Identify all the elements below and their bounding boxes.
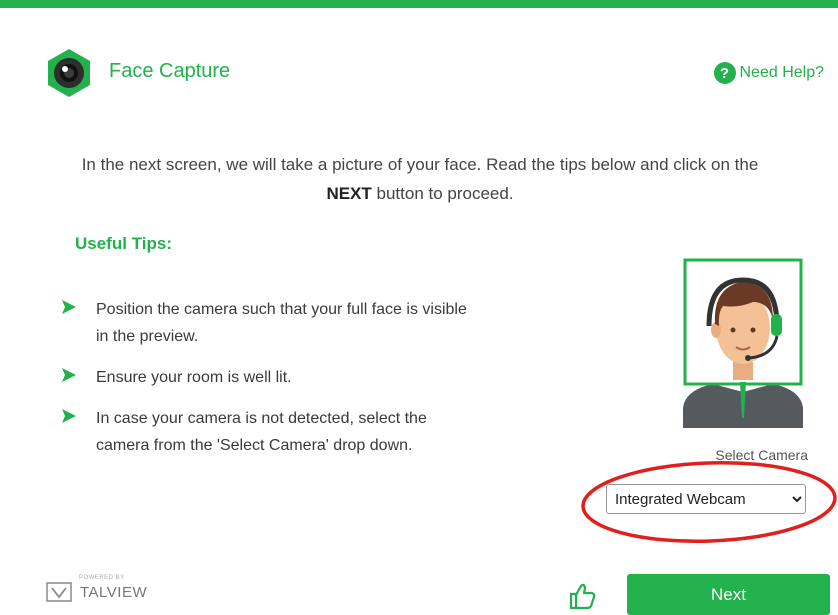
thumbs-up-icon (569, 583, 596, 610)
tip-text: Ensure your room is well lit. (96, 369, 292, 386)
tip-text: Position the camera such that your full … (96, 301, 467, 345)
intro-next-emphasis: NEXT (326, 184, 372, 203)
chevron-right-icon (62, 368, 76, 382)
talview-mark-icon (46, 582, 72, 602)
tip-item: In case your camera is not detected, sel… (62, 405, 482, 459)
chevron-right-icon (62, 409, 76, 423)
intro-text-start: In the next screen, we will take a pictu… (81, 155, 759, 174)
top-accent-bar (0, 0, 838, 8)
chevron-right-icon (62, 300, 76, 314)
question-circle-icon: ? (713, 62, 736, 84)
face-placeholder-illustration (683, 258, 803, 428)
talview-logo: POWERED BY TALVIEW (44, 575, 148, 604)
powered-by-label: POWERED BY (79, 575, 125, 581)
page-title: Face Capture (109, 60, 231, 82)
camera-lens-hexagon-icon (48, 49, 90, 97)
need-help-link[interactable]: ? Need Help? (713, 62, 825, 84)
select-camera-label: Select Camera (715, 447, 808, 463)
tip-item: Ensure your room is well lit. (62, 364, 482, 391)
tips-list: Position the camera such that your full … (62, 296, 482, 473)
tips-heading: Useful Tips: (75, 234, 172, 253)
talview-brand-text: TALVIEW (80, 583, 148, 601)
camera-select[interactable]: Integrated Webcam (606, 484, 806, 514)
tip-item: Position the camera such that your full … (62, 296, 482, 350)
intro-text: In the next screen, we will take a pictu… (60, 150, 780, 208)
next-button[interactable]: Next (627, 574, 830, 615)
need-help-label: Need Help? (739, 64, 825, 81)
tip-text: In case your camera is not detected, sel… (96, 410, 427, 454)
intro-text-end: button to proceed. (371, 184, 514, 203)
